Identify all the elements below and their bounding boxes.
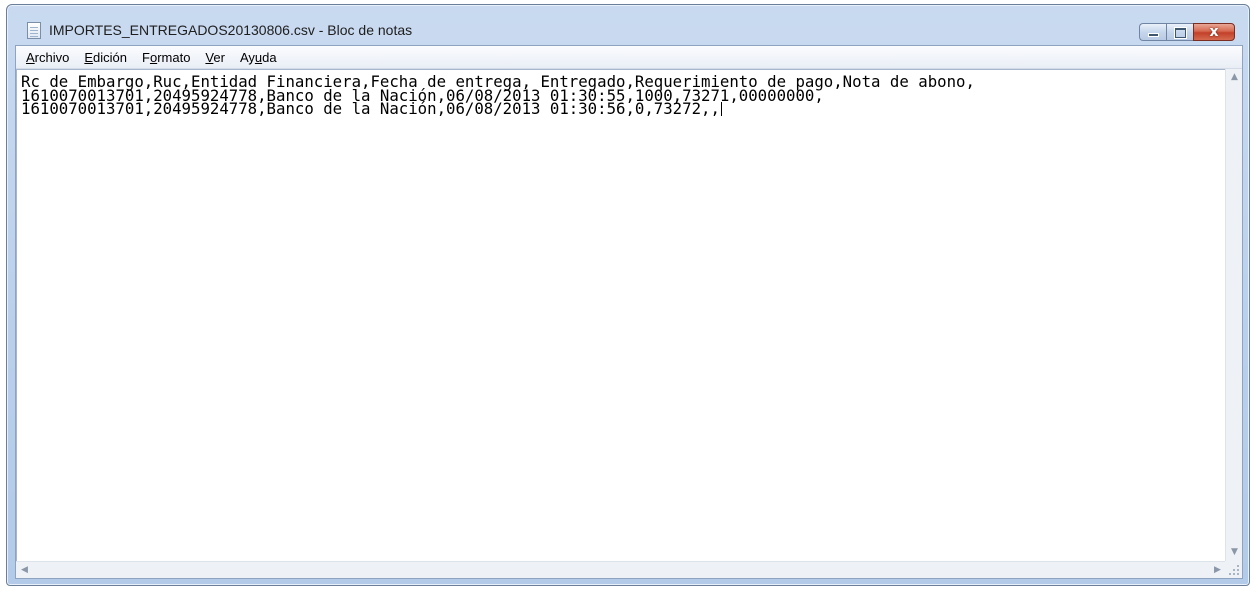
menu-ayuda[interactable]: Ayuda — [240, 50, 277, 65]
menu-ayuda-pre: Ay — [239, 49, 255, 65]
minimize-button[interactable] — [1139, 23, 1166, 41]
vertical-scrollbar[interactable]: ▲ ▼ — [1225, 69, 1242, 561]
menu-ver[interactable]: Ver — [205, 50, 225, 65]
menu-edicion-accel: E — [84, 49, 94, 65]
maximize-button[interactable] — [1166, 23, 1193, 41]
window-title: IMPORTES_ENTREGADOS20130806.csv - Bloc d… — [49, 22, 413, 38]
window-controls: x — [1139, 23, 1235, 41]
scroll-up-icon[interactable]: ▲ — [1226, 69, 1243, 86]
scroll-right-icon[interactable]: ▶ — [1209, 562, 1226, 579]
menu-ayuda-label: da — [262, 49, 277, 65]
resize-grip-icon[interactable] — [1225, 561, 1242, 578]
notepad-icon[interactable] — [27, 22, 41, 39]
menu-edicion[interactable]: Edición — [84, 50, 127, 65]
menu-archivo-label: rchivo — [34, 49, 70, 65]
horizontal-scrollbar[interactable]: ◀ ▶ — [16, 561, 1226, 578]
title-bar[interactable]: IMPORTES_ENTREGADOS20130806.csv - Bloc d… — [7, 5, 1249, 43]
menu-formato-label: rmato — [157, 49, 191, 65]
menu-archivo[interactable]: Archivo — [26, 50, 69, 65]
menu-archivo-accel: A — [26, 49, 35, 65]
close-icon: x — [1209, 24, 1219, 40]
text-caret — [720, 102, 722, 116]
scroll-down-icon[interactable]: ▼ — [1226, 544, 1243, 561]
text-line: 1610070013701,20495924778,Banco de la Na… — [21, 99, 1226, 118]
text-line-content: 1610070013701,20495924778,Banco de la Na… — [21, 99, 720, 118]
menu-formato-pre: F — [142, 49, 150, 65]
notepad-window: IMPORTES_ENTREGADOS20130806.csv - Bloc d… — [6, 4, 1250, 586]
scroll-left-icon[interactable]: ◀ — [16, 562, 33, 579]
client-area: Archivo Edición Formato Ver Ayuda Rc de … — [15, 45, 1243, 579]
menu-formato[interactable]: Formato — [142, 50, 190, 65]
close-button[interactable]: x — [1193, 23, 1235, 41]
menu-bar: Archivo Edición Formato Ver Ayuda — [16, 46, 1242, 69]
text-editor[interactable]: Rc de Embargo,Ruc,Entidad Financiera,Fec… — [16, 69, 1226, 561]
menu-ver-label: er — [213, 49, 225, 65]
menu-edicion-label: dición — [93, 49, 127, 65]
